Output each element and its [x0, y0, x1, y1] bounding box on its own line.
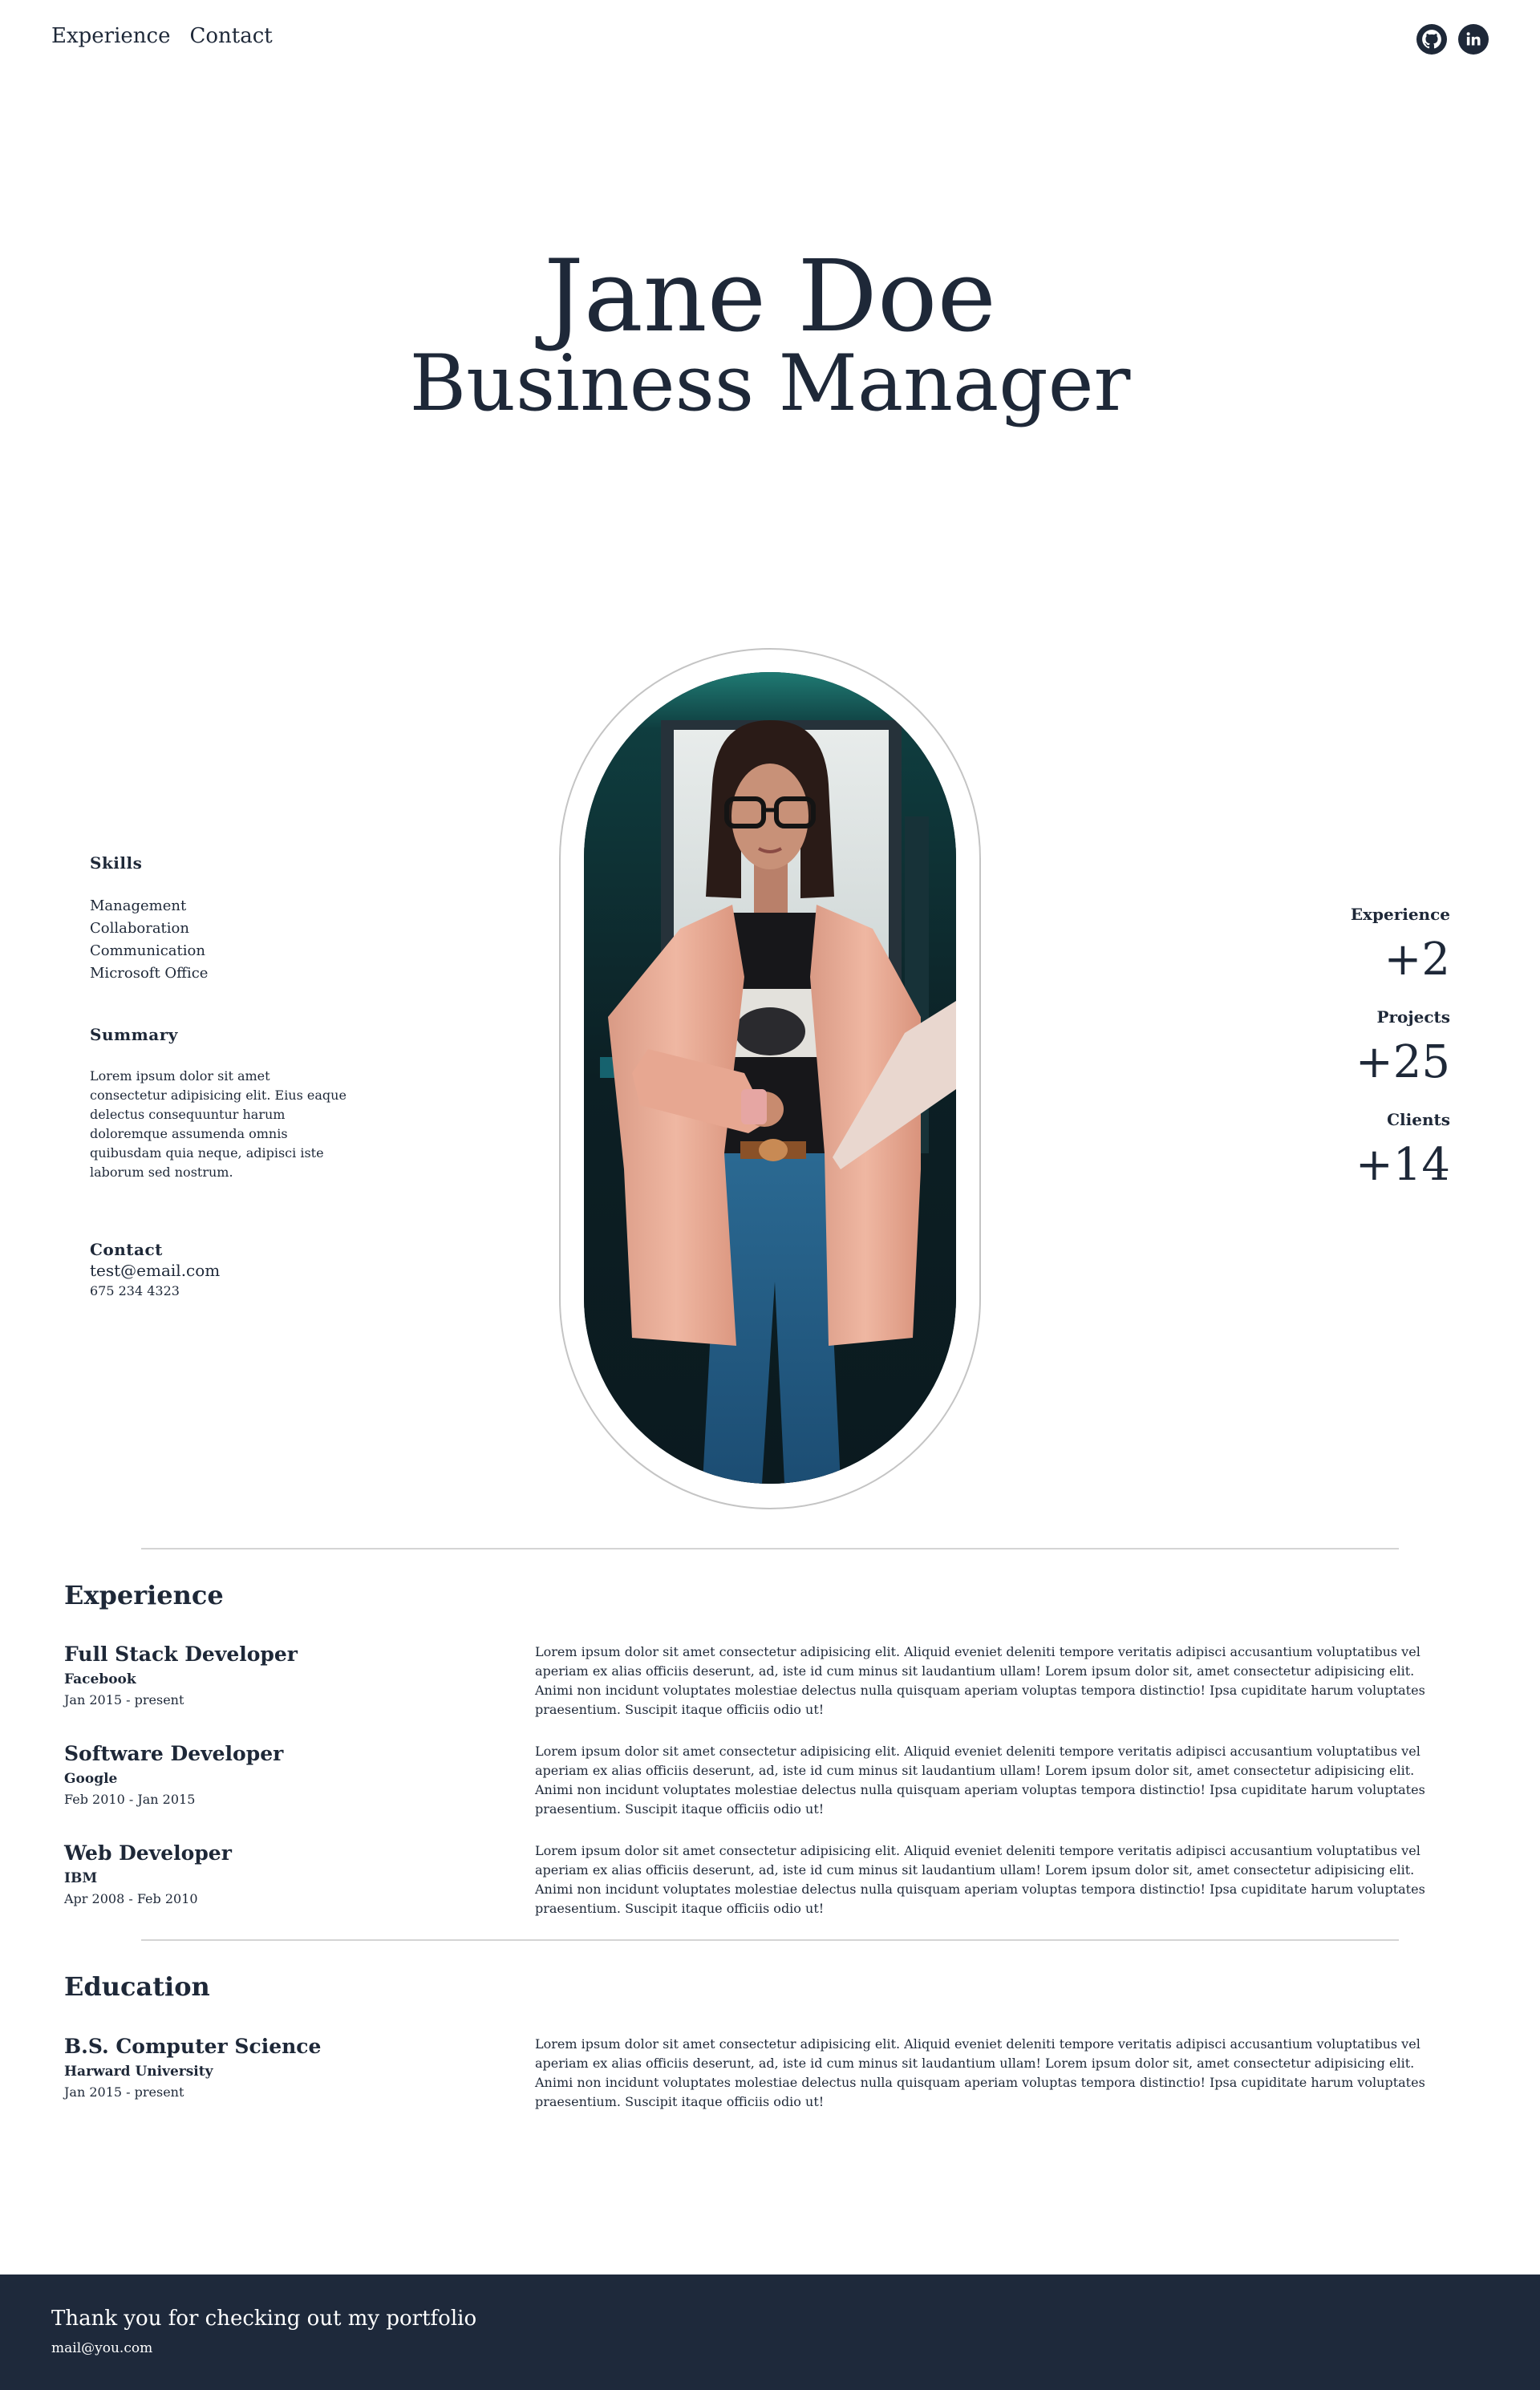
company-name: IBM: [64, 1870, 98, 1886]
skills-list: Management Collaboration Communication M…: [90, 895, 355, 985]
stat-value: +2: [1384, 934, 1450, 986]
skill-item: Microsoft Office: [90, 965, 209, 982]
footer-message: Thank you for checking out my portfolio: [51, 2307, 477, 2331]
portrait-photo: [584, 672, 956, 1484]
education-dates: Jan 2015 - present: [64, 2084, 184, 2100]
stat-label: Clients: [1387, 1110, 1450, 1129]
skills-label: Skills: [90, 853, 143, 873]
company-name: Google: [64, 1771, 118, 1787]
job-dates: Feb 2010 - Jan 2015: [64, 1792, 196, 1807]
degree-title: B.S. Computer Science: [64, 2035, 322, 2058]
experience-title: Experience: [64, 1580, 224, 1610]
job-title: Software Developer: [64, 1742, 284, 1765]
contact-block: Contact test@email.com 675 234 4323: [90, 1240, 355, 1301]
job-title: Web Developer: [64, 1841, 232, 1865]
job-dates: Jan 2015 - present: [64, 1692, 184, 1707]
stat-value: +25: [1355, 1036, 1450, 1088]
experience-item: Full Stack Developer Facebook Jan 2015 -…: [64, 1643, 1444, 1723]
linkedin-icon[interactable]: [1458, 24, 1489, 55]
divider: [141, 1939, 1399, 1941]
summary-block: Summary Lorem ipsum dolor sit amet conse…: [90, 1025, 355, 1182]
job-description: Lorem ipsum dolor sit amet consectetur a…: [535, 1843, 1425, 1916]
hero-role: Business Manager: [409, 338, 1131, 428]
nav-link-experience[interactable]: Experience: [51, 24, 171, 48]
top-nav: Experience Contact: [0, 0, 1540, 77]
divider: [141, 1548, 1399, 1549]
job-dates: Apr 2008 - Feb 2010: [64, 1891, 198, 1906]
job-title: Full Stack Developer: [64, 1643, 298, 1666]
stat-projects: Projects +25: [1210, 1007, 1450, 1099]
stat-label: Projects: [1376, 1007, 1450, 1027]
footer-email-link[interactable]: mail@you.com: [51, 2340, 152, 2356]
experience-item: Web Developer IBM Apr 2008 - Feb 2010 Lo…: [64, 1841, 1444, 1922]
skill-item: Communication: [90, 942, 205, 959]
sidebar: Skills Management Collaboration Communic…: [90, 853, 355, 1301]
social-links: [1416, 24, 1489, 55]
summary-label: Summary: [90, 1025, 178, 1044]
company-name: Facebook: [64, 1671, 136, 1687]
contact-label: Contact: [90, 1240, 163, 1259]
skill-item: Collaboration: [90, 920, 189, 937]
contact-phone: 675 234 4323: [90, 1283, 180, 1298]
stat-experience: Experience +2: [1210, 905, 1450, 996]
skill-item: Management: [90, 897, 187, 914]
nav-link-contact[interactable]: Contact: [190, 24, 273, 48]
summary-text: Lorem ipsum dolor sit amet consectetur a…: [90, 1068, 346, 1180]
github-icon[interactable]: [1416, 24, 1447, 55]
education-description: Lorem ipsum dolor sit amet consectetur a…: [535, 2036, 1425, 2109]
hero-name: Jane Doe: [544, 239, 996, 354]
nav-links: Experience Contact: [51, 24, 273, 48]
stat-value: +14: [1355, 1139, 1450, 1191]
footer: Thank you for checking out my portfolio …: [0, 2275, 1540, 2390]
job-description: Lorem ipsum dolor sit amet consectetur a…: [535, 1644, 1425, 1717]
school-name: Harward University: [64, 2064, 213, 2080]
education-item: B.S. Computer Science Harward University…: [64, 2035, 1444, 2115]
stat-clients: Clients +14: [1210, 1110, 1450, 1201]
stat-label: Experience: [1350, 905, 1450, 924]
experience-item: Software Developer Google Feb 2010 - Jan…: [64, 1742, 1444, 1822]
education-title: Education: [64, 1971, 210, 2002]
stats: Experience +2 Projects +25 Clients +14: [1210, 905, 1450, 1213]
job-description: Lorem ipsum dolor sit amet consectetur a…: [535, 1744, 1425, 1817]
contact-email[interactable]: test@email.com: [90, 1259, 355, 1282]
